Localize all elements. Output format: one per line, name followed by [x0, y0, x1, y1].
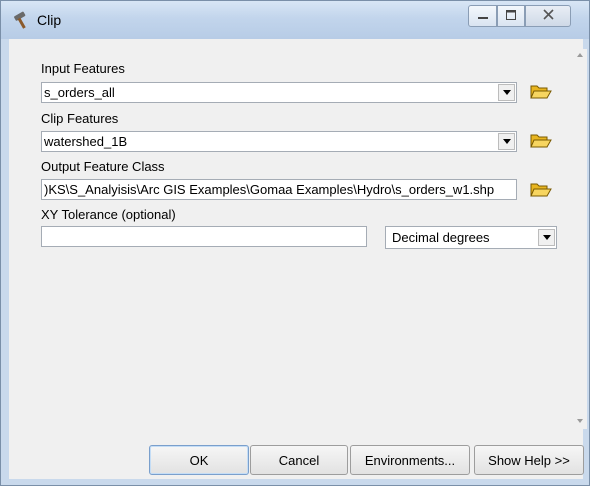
- clip-features-browse-button[interactable]: [528, 129, 554, 153]
- ok-button[interactable]: OK: [149, 445, 249, 475]
- xy-tolerance-label: XY Tolerance (optional): [41, 207, 176, 222]
- clip-features-field[interactable]: watershed_1B: [41, 131, 517, 152]
- output-feature-class-value: )KS\S_Analyisis\Arc GIS Examples\Gomaa E…: [44, 182, 495, 197]
- clip-dialog: Clip Input Features s_orders_all Clip Fe…: [0, 0, 590, 486]
- clip-features-dropdown-button[interactable]: [498, 133, 515, 150]
- output-feature-class-label: Output Feature Class: [41, 159, 165, 174]
- scroll-down-arrow-icon[interactable]: [577, 419, 583, 423]
- close-button[interactable]: [525, 5, 571, 27]
- maximize-button[interactable]: [497, 5, 525, 27]
- scroll-up-arrow-icon[interactable]: [577, 53, 583, 57]
- open-folder-icon: [530, 180, 552, 201]
- show-help-button[interactable]: Show Help >>: [474, 445, 584, 475]
- xy-tolerance-unit-select[interactable]: Decimal degrees: [385, 226, 557, 249]
- input-features-label: Input Features: [41, 61, 125, 76]
- clip-features-value: watershed_1B: [44, 134, 128, 149]
- minimize-button[interactable]: [468, 5, 497, 27]
- input-features-field[interactable]: s_orders_all: [41, 82, 517, 103]
- vertical-scrollbar[interactable]: [575, 49, 587, 429]
- environments-button[interactable]: Environments...: [350, 445, 470, 475]
- cancel-button[interactable]: Cancel: [250, 445, 348, 475]
- output-feature-class-browse-button[interactable]: [528, 178, 554, 202]
- window-title: Clip: [37, 12, 62, 28]
- open-folder-icon: [530, 131, 552, 152]
- xy-tolerance-unit-value: Decimal degrees: [392, 230, 490, 245]
- close-icon: [542, 9, 554, 23]
- output-feature-class-field[interactable]: )KS\S_Analyisis\Arc GIS Examples\Gomaa E…: [41, 179, 517, 200]
- hammer-icon: [11, 10, 33, 30]
- dialog-client-area: [9, 39, 583, 479]
- xy-tolerance-input[interactable]: [41, 226, 367, 247]
- clip-features-label: Clip Features: [41, 111, 119, 126]
- input-features-value: s_orders_all: [44, 85, 115, 100]
- input-features-dropdown-button[interactable]: [498, 84, 515, 101]
- chevron-down-icon: [542, 235, 551, 240]
- input-features-browse-button[interactable]: [528, 80, 554, 104]
- minimize-icon: [477, 9, 488, 23]
- title-bar[interactable]: Clip: [1, 1, 589, 39]
- unit-dropdown-button[interactable]: [538, 229, 555, 246]
- chevron-down-icon: [502, 139, 511, 144]
- open-folder-icon: [530, 82, 552, 103]
- maximize-icon: [506, 9, 516, 23]
- chevron-down-icon: [502, 90, 511, 95]
